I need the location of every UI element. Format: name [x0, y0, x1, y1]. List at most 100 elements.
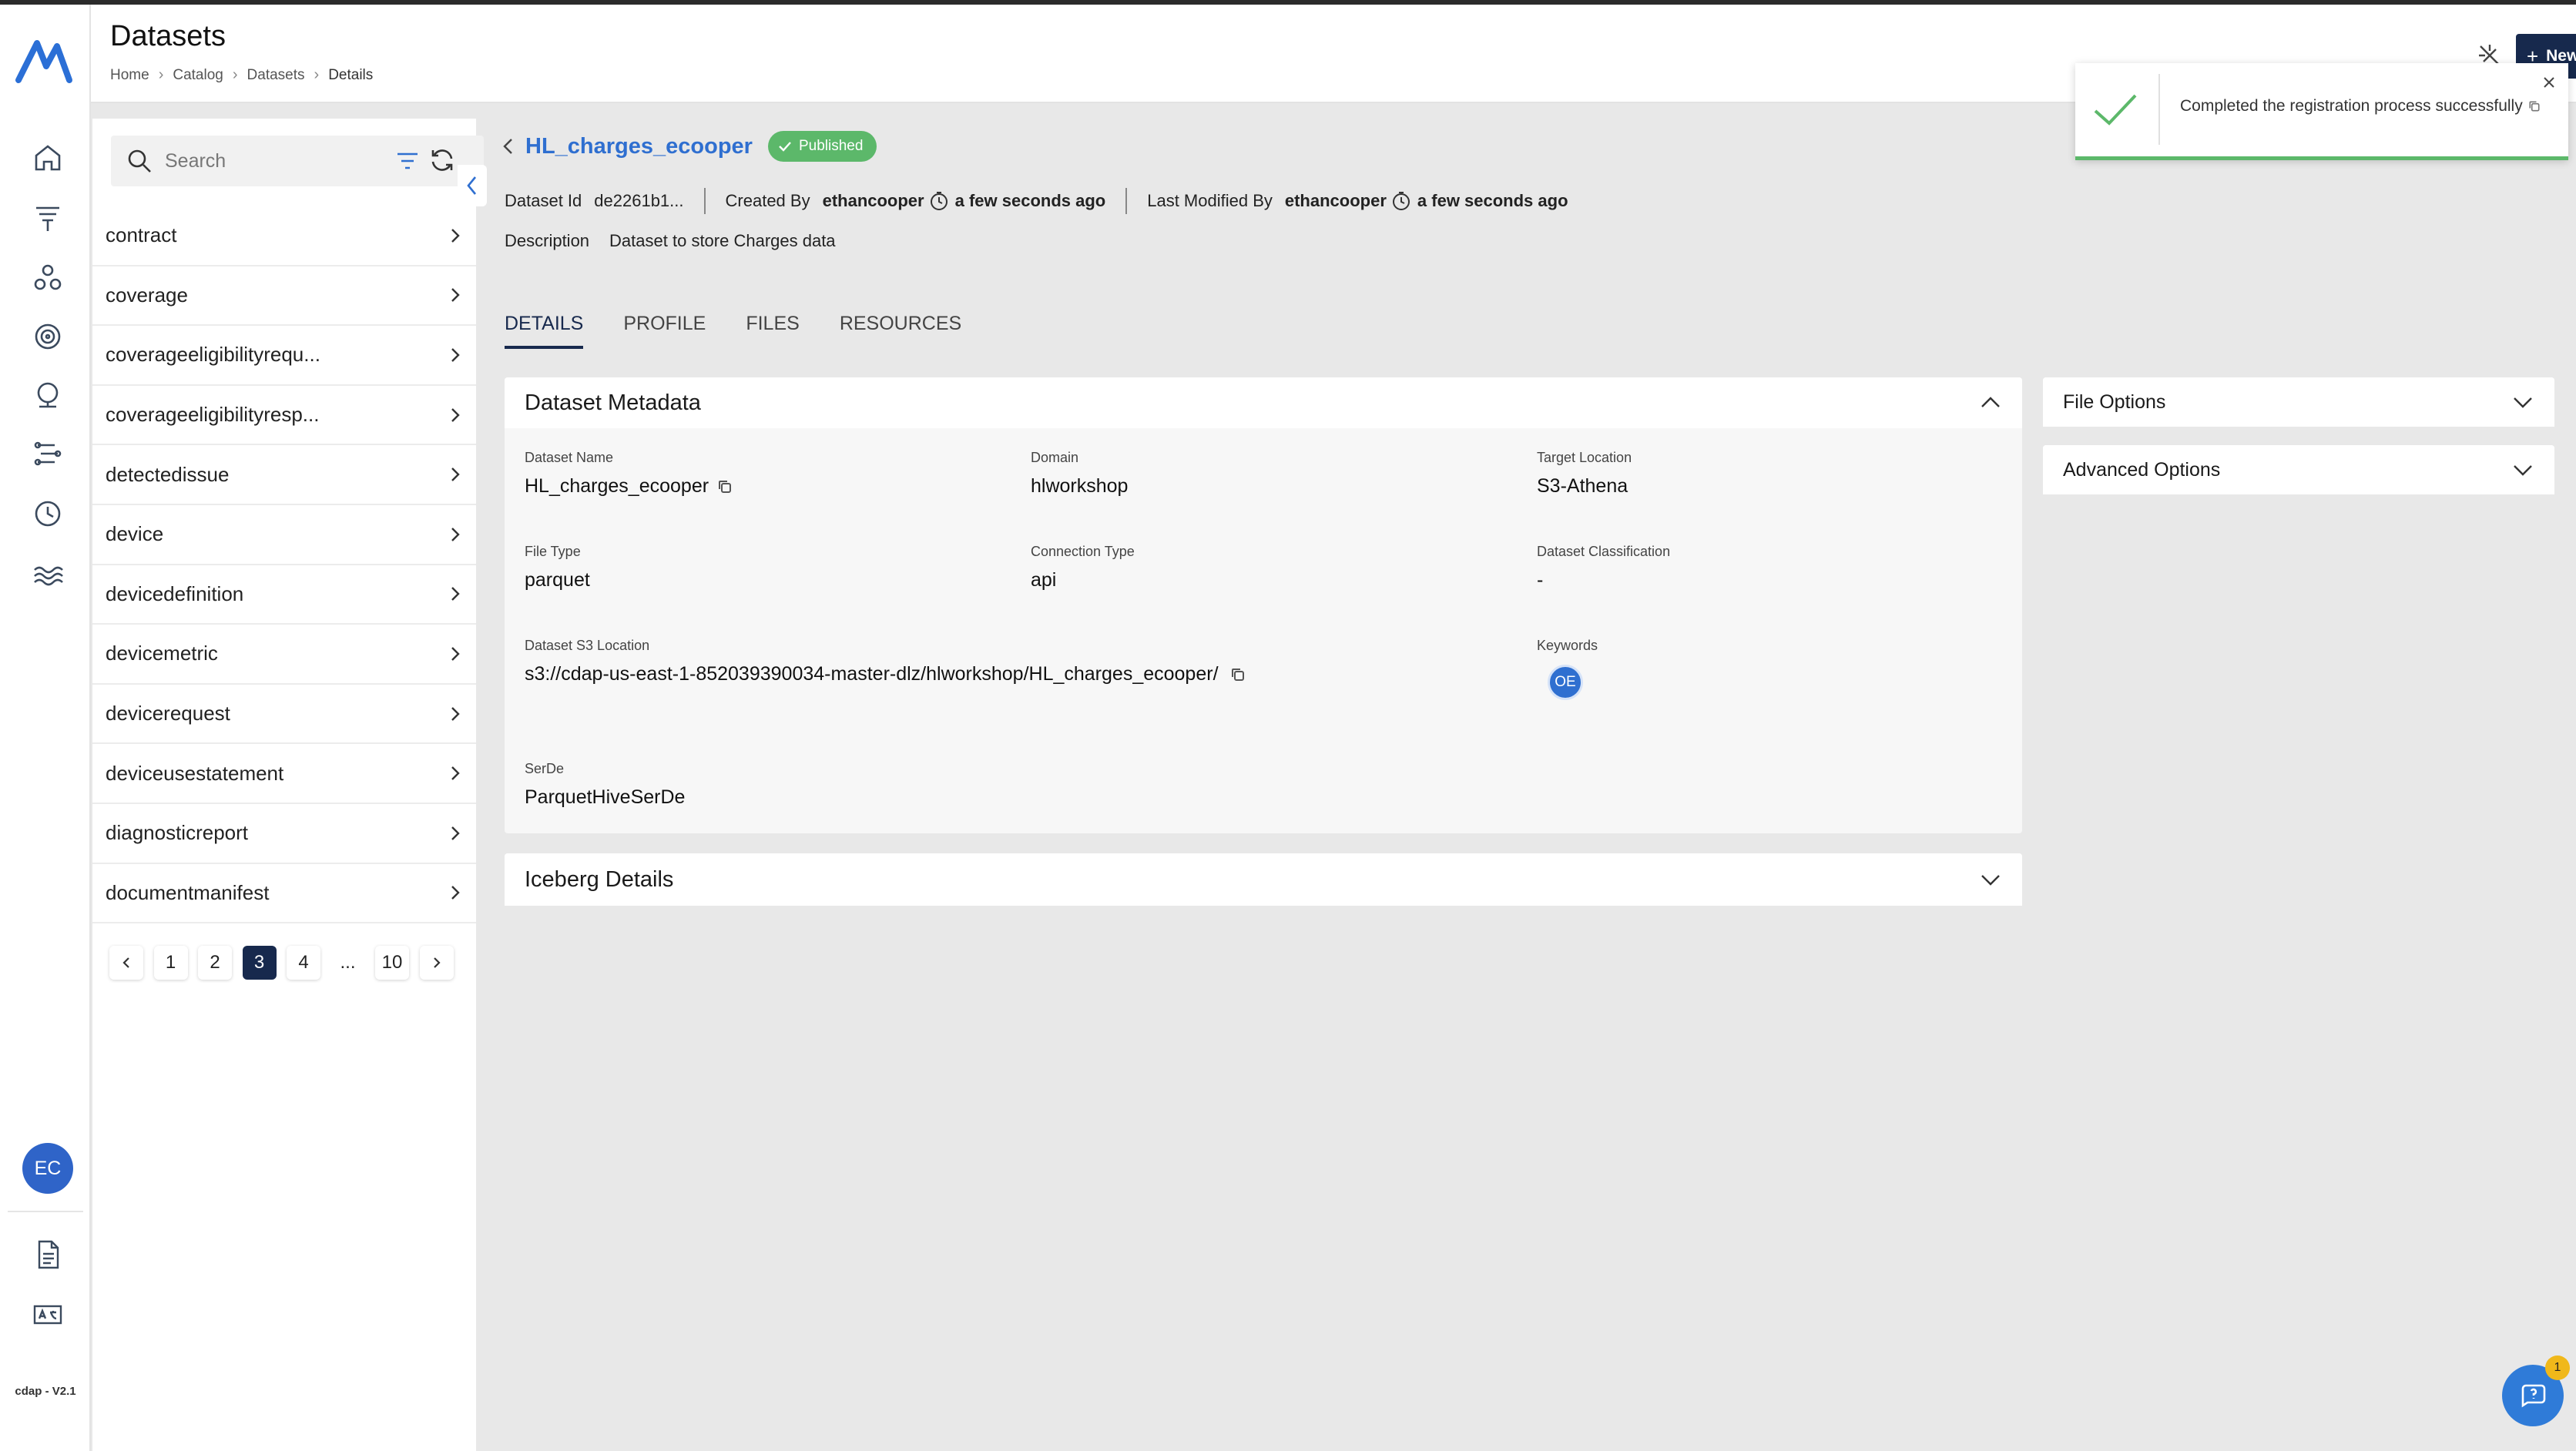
refresh-icon[interactable]	[428, 146, 456, 174]
page-button-current[interactable]: 3	[242, 946, 277, 980]
funnel-icon[interactable]	[30, 200, 65, 236]
created-by-label: Created By	[725, 191, 810, 210]
list-item-label: coverageeligibilityrequ...	[106, 343, 320, 367]
list-item[interactable]: device	[92, 505, 476, 565]
field-value: HL_charges_ecooper	[525, 475, 709, 497]
list-item[interactable]: coverageeligibilityresp...	[92, 386, 476, 446]
chevron-up-icon	[1981, 397, 2000, 407]
page-ellipsis: ...	[330, 946, 365, 980]
created-by-value: ethancooper	[822, 191, 924, 210]
page-button[interactable]: 1	[153, 946, 188, 980]
copy-icon[interactable]	[2527, 99, 2541, 113]
next-page-button[interactable]	[419, 946, 454, 980]
keyword-avatar[interactable]: OE	[1548, 665, 1583, 700]
chevron-right-icon	[451, 467, 460, 482]
field-keywords: Keywords OE	[1537, 638, 1598, 700]
copy-icon[interactable]	[1229, 666, 1246, 683]
field-label: Keywords	[1537, 638, 1598, 653]
tab-files[interactable]: FILES	[746, 313, 799, 349]
dataset-name-link[interactable]: HL_charges_ecooper	[525, 134, 753, 159]
breadcrumb-home[interactable]: Home	[110, 67, 149, 84]
chevron-right-icon	[451, 527, 460, 541]
tab-profile[interactable]: PROFILE	[623, 313, 706, 349]
page-button[interactable]: 4	[287, 946, 320, 980]
page-button[interactable]: 10	[375, 946, 409, 980]
chevron-right-icon: ›	[314, 66, 320, 83]
list-item[interactable]: coverageeligibilityrequ...	[92, 326, 476, 386]
list-item[interactable]: diagnosticreport	[92, 804, 476, 864]
description-row: Description Dataset to store Charges dat…	[505, 231, 836, 251]
iceberg-details-card[interactable]: Iceberg Details	[505, 853, 2022, 906]
chevron-right-icon	[451, 886, 460, 900]
chevron-right-icon	[451, 647, 460, 661]
list-item-label: contract	[106, 223, 177, 247]
list-item-label: coverageeligibilityresp...	[106, 403, 320, 427]
toast-message: Completed the registration process succe…	[2180, 94, 2550, 119]
notification-badge: 1	[2545, 1355, 2570, 1380]
left-rail: EC cdap - V2.1	[0, 5, 91, 1451]
field-value: S3-Athena	[1537, 475, 1628, 497]
chevron-right-icon	[451, 826, 460, 840]
prev-page-button[interactable]	[109, 946, 143, 980]
chevron-right-icon	[433, 957, 441, 968]
clock-icon	[930, 192, 948, 210]
list-item[interactable]: devicerequest	[92, 685, 476, 745]
breadcrumb: Home › Catalog › Datasets › Details	[110, 66, 373, 84]
dataset-metadata-header[interactable]: Dataset Metadata	[505, 377, 2022, 428]
target-icon[interactable]	[30, 319, 65, 354]
translate-icon[interactable]	[30, 1297, 65, 1332]
advanced-options-card[interactable]: Advanced Options	[2043, 445, 2554, 494]
list-item-label: diagnosticreport	[106, 821, 248, 845]
history-icon[interactable]	[30, 496, 65, 531]
back-chevron-icon[interactable]	[501, 137, 516, 156]
globe-icon[interactable]	[30, 377, 65, 413]
field-label: SerDe	[525, 761, 565, 776]
field-s3-location: Dataset S3 Location s3://cdap-us-east-1-…	[525, 638, 1246, 685]
list-item-label: documentmanifest	[106, 880, 270, 904]
list-item[interactable]: contract	[92, 206, 476, 266]
search-input[interactable]	[165, 149, 357, 173]
breadcrumb-datasets[interactable]: Datasets	[247, 67, 305, 84]
list-item[interactable]: detectedissue	[92, 445, 476, 505]
field-value: parquet	[525, 569, 590, 591]
list-item-label: devicemetric	[106, 642, 218, 665]
chevron-right-icon	[451, 706, 460, 721]
field-value: api	[1031, 569, 1057, 591]
list-item[interactable]: deviceusestatement	[92, 744, 476, 804]
document-icon[interactable]	[30, 1237, 65, 1272]
close-icon[interactable]	[2542, 75, 2556, 89]
field-target-location: Target Location S3-Athena	[1537, 450, 1632, 498]
page-button[interactable]: 2	[198, 946, 232, 980]
app-logo-icon[interactable]	[14, 32, 75, 94]
field-serde: SerDe ParquetHiveSerDe	[525, 761, 685, 809]
field-value: ParquetHiveSerDe	[525, 786, 686, 808]
lake-icon[interactable]	[30, 555, 65, 590]
home-icon[interactable]	[30, 140, 65, 176]
chevron-right-icon	[451, 348, 460, 362]
field-label: Dataset S3 Location	[525, 638, 650, 653]
user-avatar[interactable]: EC	[22, 1143, 73, 1194]
breadcrumb-catalog[interactable]: Catalog	[173, 67, 223, 84]
app-version: cdap - V2.1	[15, 1385, 76, 1398]
list-item[interactable]: documentmanifest	[92, 864, 476, 924]
chevron-left-icon	[122, 957, 129, 968]
cluster-icon[interactable]	[30, 260, 65, 296]
field-domain: Domain hlworkshop	[1031, 450, 1128, 498]
filter-icon[interactable]	[394, 148, 421, 174]
chevron-down-icon	[2514, 397, 2532, 408]
chevron-right-icon	[451, 587, 460, 602]
list-item[interactable]: devicemetric	[92, 625, 476, 685]
list-item[interactable]: devicedefinition	[92, 565, 476, 625]
status-badge: Published	[767, 131, 877, 162]
pipeline-icon[interactable]	[30, 436, 65, 471]
dataset-id-value[interactable]: de2261b1...	[594, 191, 683, 211]
clock-icon	[1392, 192, 1410, 210]
field-classification: Dataset Classification -	[1537, 544, 1670, 591]
chevron-right-icon: ›	[158, 66, 164, 83]
list-item[interactable]: coverage	[92, 266, 476, 327]
file-options-card[interactable]: File Options	[2043, 377, 2554, 427]
dataset-meta-row: Dataset Id de2261b1... Created By ethanc…	[505, 188, 1568, 214]
tab-details[interactable]: DETAILS	[505, 313, 584, 349]
copy-icon[interactable]	[716, 478, 733, 495]
tab-resources[interactable]: RESOURCES	[840, 313, 961, 349]
